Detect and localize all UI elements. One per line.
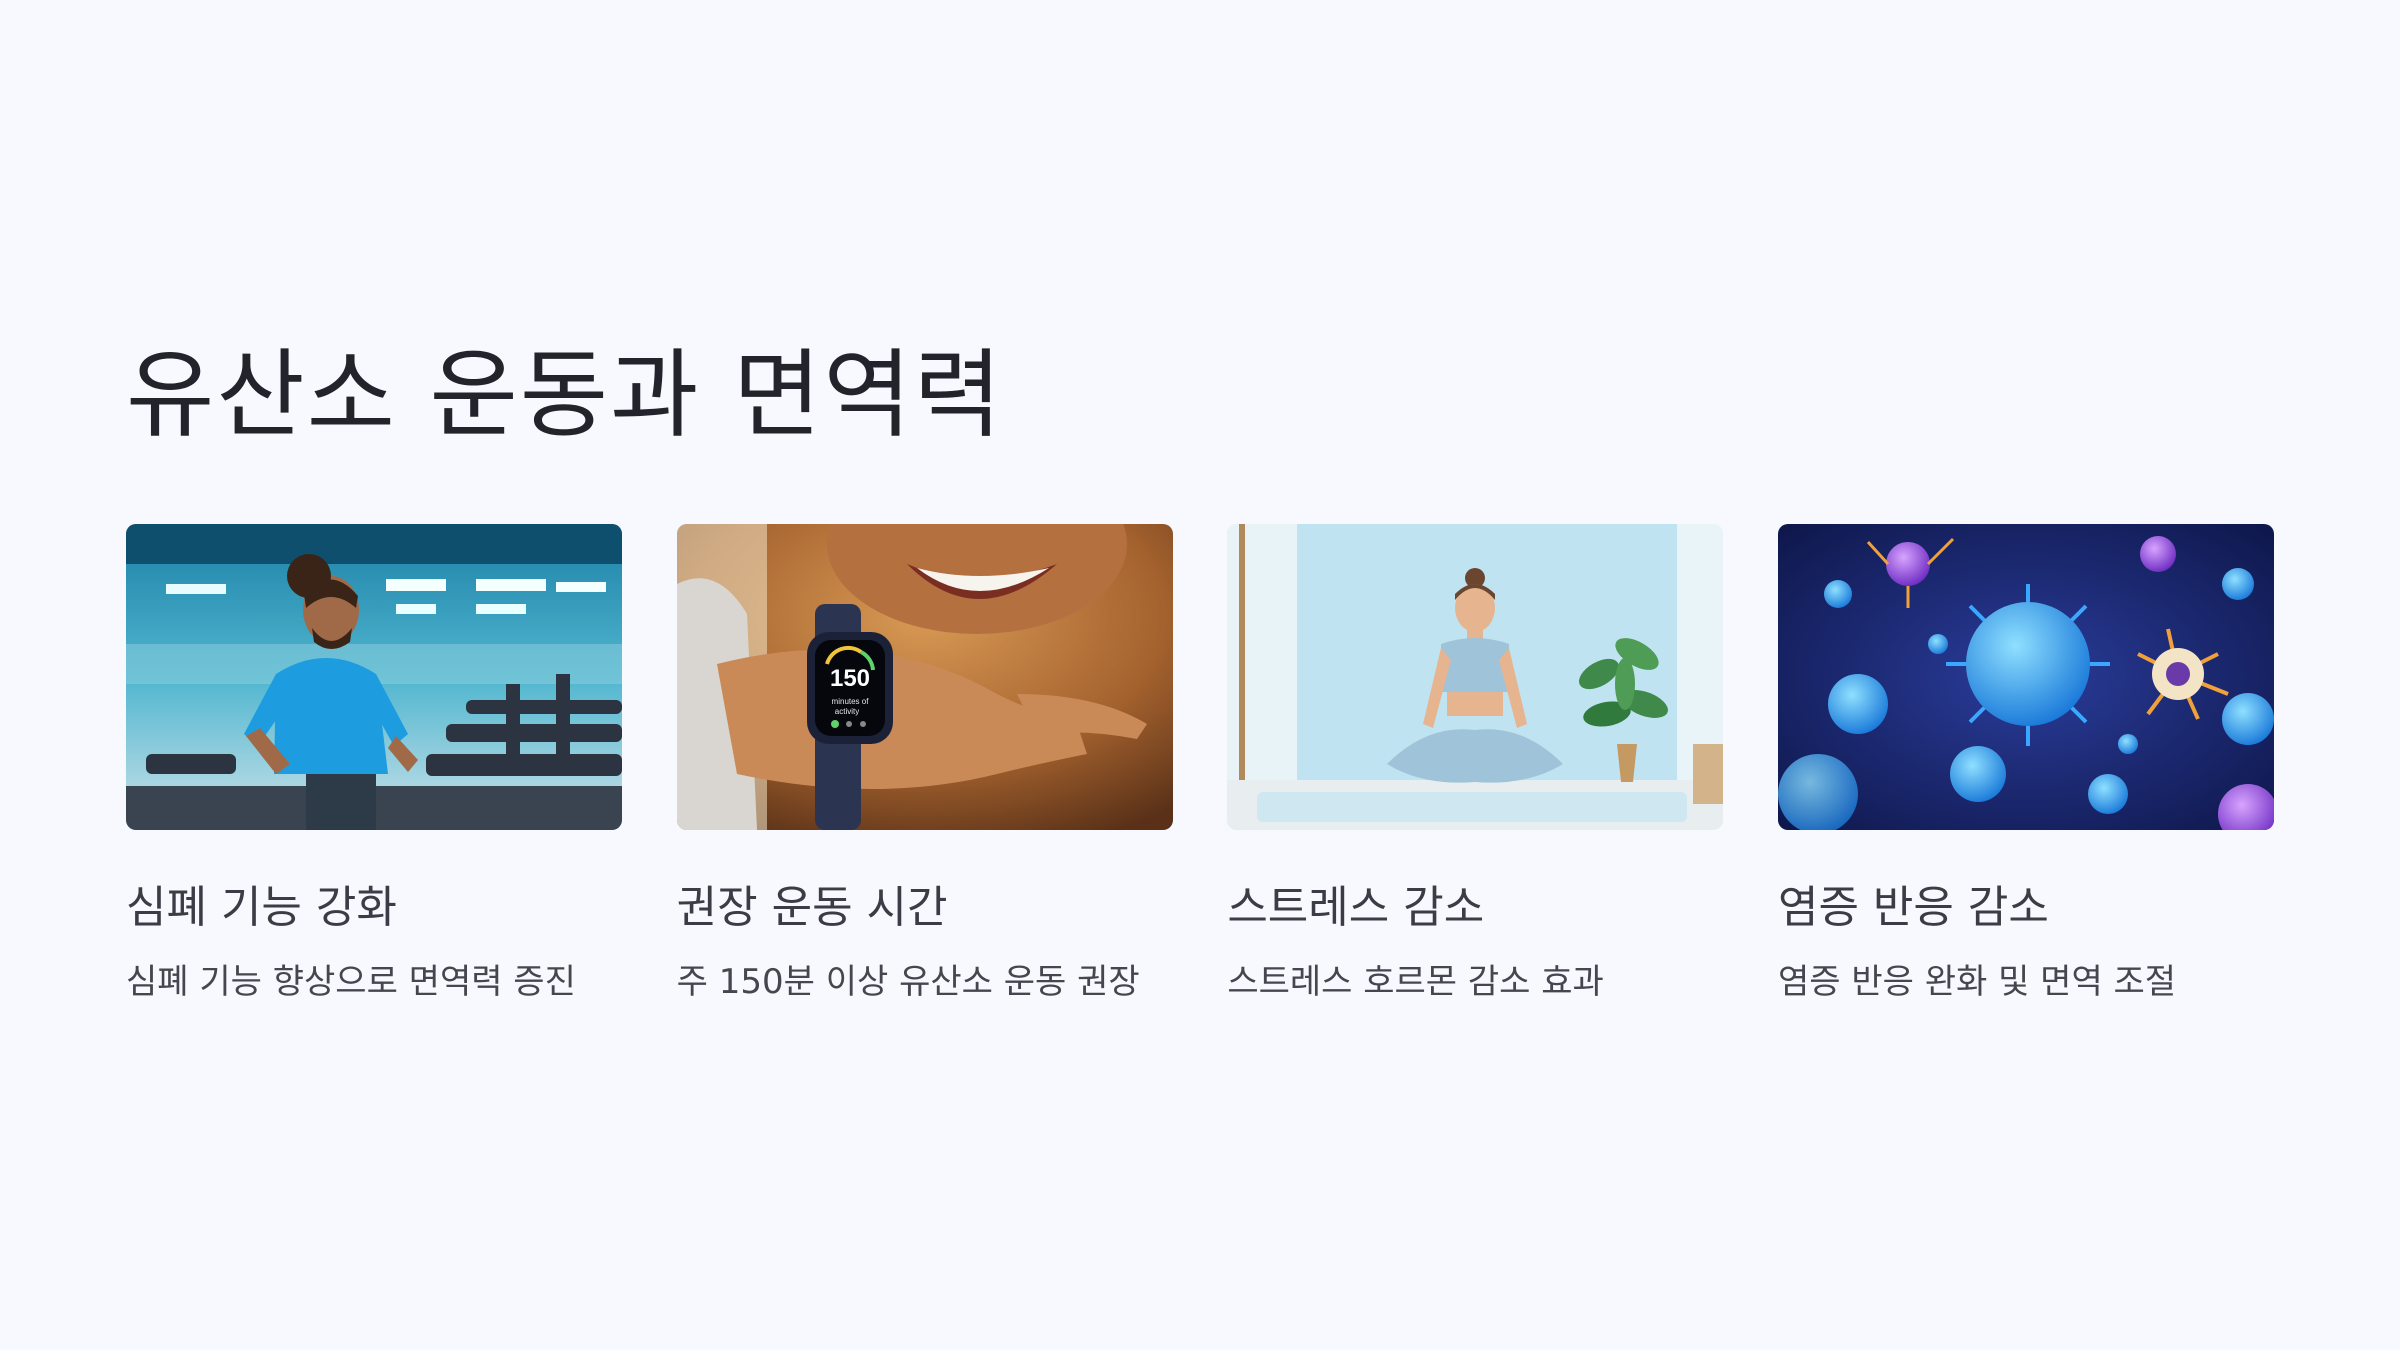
immune-cells-illustration <box>1777 524 2274 830</box>
card-image-smartwatch: 150 minutes of activity <box>676 524 1173 830</box>
card-exercise-time: 150 minutes of activity 권장 운동 시간 주 150분 … <box>676 524 1173 1006</box>
smartwatch-illustration: 150 minutes of activity <box>676 524 1173 830</box>
card-description: 주 150분 이상 유산소 운동 권장 <box>676 962 1140 1002</box>
card-description: 스트레스 호르몬 감소 효과 <box>1227 962 1604 1002</box>
card-title: 권장 운동 시간 <box>676 882 948 933</box>
page-title: 유산소 운동과 면역력 <box>126 339 1004 451</box>
watch-value: 150 <box>830 665 870 692</box>
meditating-woman-illustration <box>1227 524 1724 830</box>
watch-caption-line1: minutes of <box>831 697 869 706</box>
card-image-meditation <box>1227 524 1724 830</box>
card-stress-reduction: 스트레스 감소 스트레스 호르몬 감소 효과 <box>1227 524 1724 1006</box>
card-title: 스트레스 감소 <box>1227 882 1485 933</box>
card-row: 심폐 기능 강화 심폐 기능 향상으로 면역력 증진 150 minutes o… <box>126 524 2274 1006</box>
watch-caption-line2: activity <box>834 707 858 716</box>
card-image-immune-cells <box>1777 524 2274 830</box>
card-inflammation: 염증 반응 감소 염증 반응 완화 및 면역 조절 <box>1777 524 2274 1006</box>
card-title: 심폐 기능 강화 <box>126 882 397 933</box>
slide: 유산소 운동과 면역력 심폐 기능 강화 심폐 기능 향상으로 면역력 증진 1… <box>0 0 2400 1350</box>
running-man-illustration <box>126 524 622 830</box>
card-title: 염증 반응 감소 <box>1777 882 2049 933</box>
card-description: 심폐 기능 향상으로 면역력 증진 <box>126 962 576 1002</box>
card-description: 염증 반응 완화 및 면역 조절 <box>1777 962 2177 1002</box>
card-cardio: 심폐 기능 강화 심폐 기능 향상으로 면역력 증진 <box>126 524 622 1006</box>
card-image-running <box>126 524 622 830</box>
